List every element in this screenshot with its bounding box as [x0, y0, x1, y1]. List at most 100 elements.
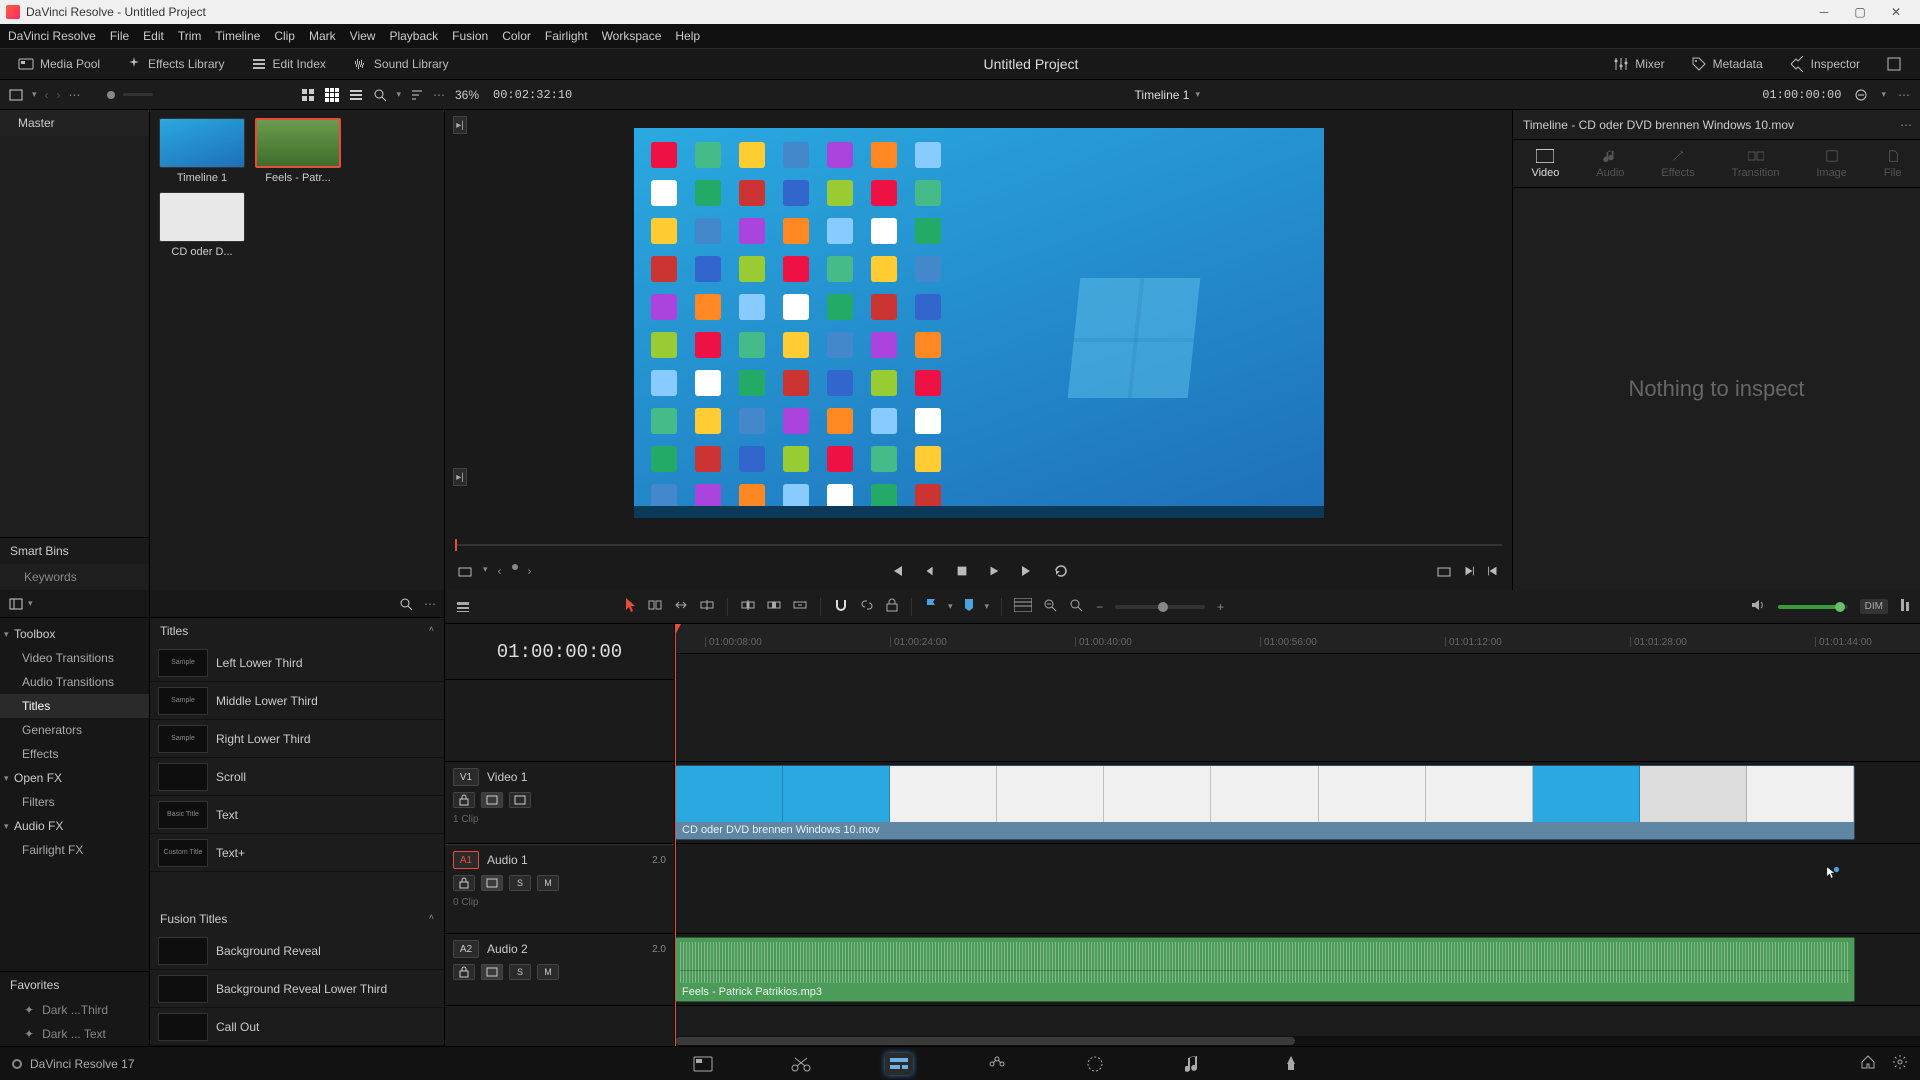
- inspector-options-icon[interactable]: ⋯: [1900, 118, 1912, 132]
- prev-frame-button[interactable]: [923, 564, 937, 581]
- menu-view[interactable]: View: [350, 29, 376, 43]
- blade-tool-icon[interactable]: [699, 597, 715, 616]
- next-clip-icon[interactable]: ›: [528, 564, 532, 580]
- dynamic-trim-icon[interactable]: [673, 597, 689, 616]
- menu-help[interactable]: Help: [675, 29, 700, 43]
- viewer-jog-bar[interactable]: [455, 536, 1502, 554]
- lock-track-icon[interactable]: [453, 875, 475, 891]
- favorite-item[interactable]: ✦Dark ... Text: [0, 1022, 149, 1046]
- tree-effects[interactable]: Effects: [0, 742, 149, 766]
- tree-video-transitions[interactable]: Video Transitions: [0, 646, 149, 670]
- disable-video-icon[interactable]: [509, 792, 531, 808]
- stop-button[interactable]: [955, 564, 969, 581]
- lock-track-icon[interactable]: [453, 792, 475, 808]
- home-icon[interactable]: [1860, 1054, 1876, 1073]
- page-edit[interactable]: [885, 1053, 913, 1075]
- timeline-tracks-area[interactable]: 01:00:08:0001:00:24:0001:00:40:0001:00:5…: [675, 624, 1920, 1046]
- menu-mark[interactable]: Mark: [309, 29, 336, 43]
- sound-library-toggle[interactable]: Sound Library: [344, 53, 457, 75]
- inspector-tab-image[interactable]: Image: [1816, 149, 1847, 179]
- clip-thumb[interactable]: CD oder D...: [158, 192, 246, 258]
- marker-icon[interactable]: [963, 597, 975, 616]
- favorite-item[interactable]: ✦Dark ...Third: [0, 998, 149, 1022]
- smart-bins-header[interactable]: Smart Bins: [0, 538, 149, 564]
- menu-trim[interactable]: Trim: [178, 29, 202, 43]
- bypass-fx-icon[interactable]: [1853, 87, 1869, 103]
- insert-clip-icon[interactable]: [740, 597, 756, 616]
- page-deliver[interactable]: [1277, 1053, 1305, 1075]
- tree-fairlight-fx[interactable]: Fairlight FX: [0, 838, 149, 862]
- title-preset-item[interactable]: Call Out: [150, 1008, 444, 1046]
- openfx-header[interactable]: ▾Open FX: [0, 766, 149, 790]
- track-header-v1[interactable]: V1Video 1 1 Clip: [445, 762, 674, 844]
- chevron-down-icon[interactable]: ▾: [1881, 89, 1886, 100]
- thumbnail-view-icon[interactable]: [324, 87, 340, 103]
- video-clip[interactable]: CD oder DVD brennen Windows 10.mov: [675, 765, 1855, 840]
- audio-clip[interactable]: Feels - Patrick Patrikios.mp3: [675, 937, 1855, 1002]
- title-preset-item[interactable]: Custom TitleText+: [150, 834, 444, 872]
- bin-view-icon[interactable]: [8, 87, 24, 103]
- viewer-options-icon[interactable]: ⋯: [1898, 88, 1910, 102]
- mark-in-icon[interactable]: [1486, 564, 1500, 581]
- chevron-down-icon[interactable]: ▾: [985, 601, 990, 612]
- sort-icon[interactable]: [409, 87, 425, 103]
- tree-audio-transitions[interactable]: Audio Transitions: [0, 670, 149, 694]
- fusion-titles-group-header[interactable]: Fusion Titles˄: [150, 906, 444, 932]
- page-color[interactable]: [1081, 1053, 1109, 1075]
- chevron-down-icon[interactable]: ▾: [28, 598, 33, 609]
- page-cut[interactable]: [787, 1053, 815, 1075]
- timeline-dropdown-label[interactable]: Timeline 1: [1135, 88, 1190, 102]
- mini-slider[interactable]: [123, 93, 153, 96]
- title-preset-item[interactable]: SampleRight Lower Third: [150, 720, 444, 758]
- menu-clip[interactable]: Clip: [274, 29, 295, 43]
- overwrite-clip-icon[interactable]: [766, 597, 782, 616]
- menu-color[interactable]: Color: [502, 29, 531, 43]
- mute-button[interactable]: M: [537, 964, 559, 980]
- track-tag-a2[interactable]: A2: [453, 940, 479, 958]
- inspector-tab-video[interactable]: Video: [1531, 149, 1559, 179]
- volume-slider[interactable]: [1778, 605, 1848, 609]
- flag-icon[interactable]: [924, 597, 938, 616]
- inspector-toggle[interactable]: Inspector: [1781, 53, 1868, 75]
- search-icon[interactable]: [398, 596, 414, 612]
- dim-button[interactable]: DIM: [1860, 599, 1888, 614]
- mute-button[interactable]: M: [537, 875, 559, 891]
- expand-viewer-icon[interactable]: ▸|: [453, 468, 467, 486]
- track-header-a1[interactable]: A1Audio 12.0 S M 0 Clip: [445, 844, 674, 934]
- clip-thumb[interactable]: Feels - Patr...: [254, 118, 342, 184]
- menu-playback[interactable]: Playback: [389, 29, 438, 43]
- more-icon[interactable]: ⋯: [69, 88, 81, 102]
- snap-icon[interactable]: [833, 597, 849, 616]
- panel-layout-icon[interactable]: [8, 596, 24, 612]
- menu-fusion[interactable]: Fusion: [452, 29, 488, 43]
- viewer-canvas[interactable]: /*filled below*/: [634, 128, 1324, 518]
- bin-master[interactable]: Master: [0, 110, 149, 136]
- lock-icon[interactable]: [885, 597, 899, 616]
- minimize-button[interactable]: ─: [1806, 3, 1842, 21]
- solo-button[interactable]: S: [509, 875, 531, 891]
- auto-select-icon[interactable]: [481, 964, 503, 980]
- lock-track-icon[interactable]: [453, 964, 475, 980]
- edit-index-toggle[interactable]: Edit Index: [243, 53, 334, 75]
- go-end-button[interactable]: [1019, 563, 1035, 582]
- titles-group-header[interactable]: Titles˄: [150, 618, 444, 644]
- options-icon[interactable]: ⋯: [424, 597, 436, 611]
- timeline-view-options-icon[interactable]: [455, 599, 471, 615]
- speaker-icon[interactable]: [1750, 597, 1766, 616]
- mixer-toggle[interactable]: Mixer: [1605, 53, 1672, 75]
- page-fairlight[interactable]: [1179, 1053, 1207, 1075]
- favorites-header[interactable]: Favorites: [0, 971, 149, 998]
- metadata-toggle[interactable]: Metadata: [1683, 53, 1771, 75]
- title-preset-item[interactable]: Background Reveal Lower Third: [150, 970, 444, 1008]
- track-header-a2[interactable]: A2Audio 22.0 S M: [445, 934, 674, 1006]
- close-button[interactable]: ✕: [1878, 3, 1914, 21]
- track-lane-v1[interactable]: CD oder DVD brennen Windows 10.mov: [675, 762, 1920, 844]
- menu-timeline[interactable]: Timeline: [215, 29, 260, 43]
- full-screen-toggle[interactable]: [1878, 53, 1910, 75]
- meters-toggle-icon[interactable]: [1900, 597, 1910, 616]
- index-view-icon[interactable]: [1014, 598, 1032, 615]
- options-icon[interactable]: ⋯: [433, 88, 445, 102]
- chevron-down-icon[interactable]: ▾: [396, 89, 401, 100]
- effects-library-toggle[interactable]: Effects Library: [118, 53, 232, 75]
- tree-filters[interactable]: Filters: [0, 790, 149, 814]
